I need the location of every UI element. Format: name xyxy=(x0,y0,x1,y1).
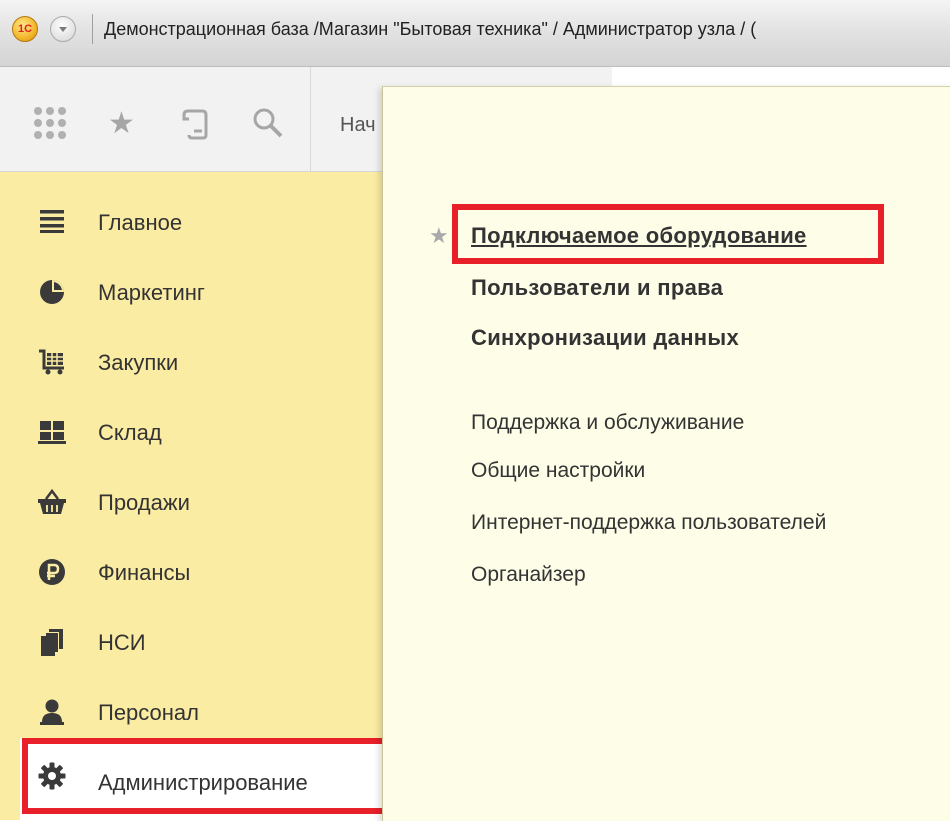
sidebar-item-label: Склад xyxy=(98,420,162,445)
sidebar-item-label: Маркетинг xyxy=(98,280,205,305)
search-icon[interactable] xyxy=(252,107,284,145)
window-title-bar: 1C Демонстрационная база /Магазин "Бытов… xyxy=(0,0,950,67)
title-separator xyxy=(92,14,93,44)
submenu-link-support-maintenance[interactable]: Поддержка и обслуживание xyxy=(471,411,744,435)
sidebar-item-label: Финансы xyxy=(98,560,191,585)
sidebar-item-label: Администрирование xyxy=(98,770,308,795)
sidebar-item-label: НСИ xyxy=(98,630,146,655)
basket-icon xyxy=(36,488,68,520)
submenu-link-general-settings[interactable]: Общие настройки xyxy=(471,459,645,483)
toolbar-separator xyxy=(310,67,311,171)
menu-lines-icon xyxy=(36,208,68,240)
sidebar-item-purchases[interactable]: Закупки xyxy=(0,330,390,400)
submenu-link-connected-equipment[interactable]: Подключаемое оборудование xyxy=(471,223,807,249)
ruble-icon xyxy=(36,558,68,590)
star-icon[interactable]: ★ xyxy=(429,223,449,249)
submenu-link-users-rights[interactable]: Пользователи и права xyxy=(471,275,723,301)
sidebar-item-label: Главное xyxy=(98,210,183,235)
documents-icon xyxy=(36,628,68,660)
apps-grid-icon[interactable] xyxy=(34,107,68,141)
gear-icon xyxy=(36,762,68,794)
home-tab[interactable]: Нач xyxy=(340,114,376,137)
star-icon[interactable]: ★ xyxy=(108,109,135,139)
1c-logo-icon[interactable]: 1C xyxy=(12,16,38,42)
sidebar-item-warehouse[interactable]: Склад xyxy=(0,400,390,470)
sidebar-item-label: Закупки xyxy=(98,350,179,375)
pie-chart-icon xyxy=(36,278,68,310)
person-icon xyxy=(36,698,68,730)
administration-submenu: ★ Подключаемое оборудование Пользователи… xyxy=(382,86,950,821)
submenu-link-internet-support[interactable]: Интернет-поддержка пользователей xyxy=(471,511,826,535)
sidebar-item-label: Персонал xyxy=(98,700,199,725)
main-menu-button[interactable] xyxy=(50,16,76,42)
sidebar-item-marketing[interactable]: Маркетинг xyxy=(0,260,390,330)
sidebar-item-finance[interactable]: Финансы xyxy=(0,540,390,610)
sidebar-item-main[interactable]: Главное xyxy=(0,190,390,260)
sidebar-item-label: Продажи xyxy=(98,490,190,515)
sidebar-item-administration[interactable]: Администрирование xyxy=(20,738,392,820)
sidebar-item-sales[interactable]: Продажи xyxy=(0,470,390,540)
submenu-link-organizer[interactable]: Органайзер xyxy=(471,563,586,587)
sidebar-item-nsi[interactable]: НСИ xyxy=(0,610,390,680)
window-title: Демонстрационная база /Магазин "Бытовая … xyxy=(104,19,757,39)
sections-sidebar: Главное Маркетинг Закупки Склад Продажи … xyxy=(0,172,391,820)
history-icon[interactable] xyxy=(182,107,212,147)
cart-icon xyxy=(36,348,68,380)
submenu-link-data-sync[interactable]: Синхронизации данных xyxy=(471,325,739,351)
warehouse-icon xyxy=(36,418,68,450)
